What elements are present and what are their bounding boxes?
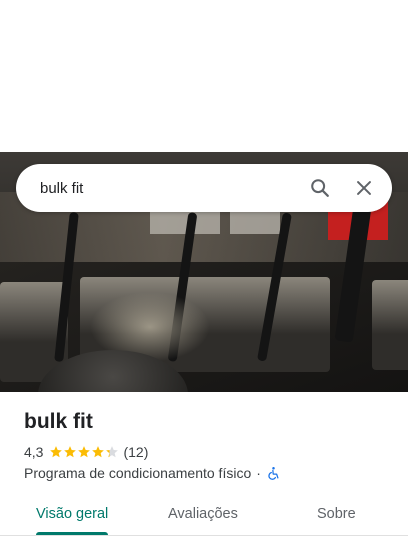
category-row: Programa de condicionamento físico · — [24, 465, 281, 481]
star-icon — [64, 446, 77, 458]
treadmill-deck — [372, 280, 408, 370]
place-tabs: Visão geral Avaliações Sobre — [0, 492, 408, 536]
tab-about[interactable]: Sobre — [317, 506, 356, 522]
separator-dot: · — [256, 465, 261, 481]
tab-reviews[interactable]: Avaliações — [168, 506, 238, 522]
star-icon — [106, 446, 119, 458]
place-category: Programa de condicionamento físico — [24, 465, 252, 481]
close-icon[interactable] — [342, 164, 386, 212]
star-icon — [50, 446, 63, 458]
review-count[interactable]: (12) — [123, 444, 148, 460]
place-title: bulk fit — [24, 410, 93, 433]
wheelchair-icon — [268, 466, 279, 480]
rating-row[interactable]: 4,3 (12) — [24, 444, 148, 460]
search-bar[interactable]: bulk fit — [16, 164, 392, 212]
tab-overview[interactable]: Visão geral — [36, 506, 108, 522]
search-input[interactable]: bulk fit — [16, 180, 298, 197]
rating-value: 4,3 — [24, 444, 44, 460]
search-icon[interactable] — [298, 164, 342, 212]
photo-window — [230, 210, 280, 234]
star-icon — [78, 446, 91, 458]
rating-stars — [49, 445, 119, 459]
star-icon — [92, 446, 105, 458]
active-tab-indicator — [36, 532, 108, 535]
